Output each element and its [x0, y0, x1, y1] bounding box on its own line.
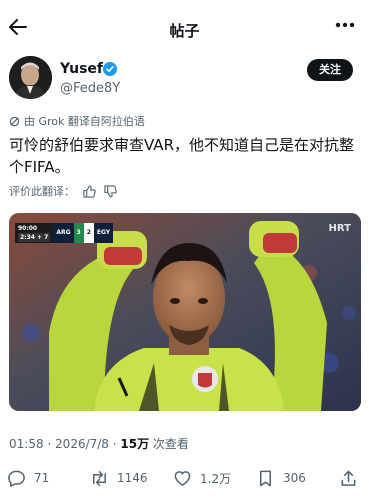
share-icon: [341, 470, 356, 486]
score-home: 3: [73, 223, 84, 243]
scorebug: 90:00 2:34 + 7 ARG 3 2 EGY: [15, 223, 114, 243]
reply-count: 71: [34, 471, 50, 485]
more-options-icon[interactable]: [335, 22, 355, 28]
share-button[interactable]: [339, 465, 366, 491]
reply-icon: [8, 470, 25, 487]
bookmark-button[interactable]: 306: [256, 465, 306, 491]
page-title: 帖子: [169, 22, 200, 40]
meta-separator: ·: [43, 437, 56, 451]
grok-icon: [9, 116, 20, 126]
post-time: 01:58: [9, 437, 44, 451]
like-count: 1.2万: [200, 471, 232, 486]
author-handle[interactable]: @Fede8Y: [60, 81, 120, 96]
top-bar: 帖子: [0, 0, 369, 52]
broadcaster-logo: HRT: [328, 223, 351, 234]
reply-button[interactable]: 71: [7, 465, 49, 491]
team-away: EGY: [93, 223, 114, 243]
added-time-extra: + 7: [37, 234, 49, 241]
view-count[interactable]: 15万: [120, 437, 149, 451]
follow-button[interactable]: 关注: [307, 59, 353, 81]
heart-icon: [174, 470, 191, 486]
action-bar: 71 1146 1.2万 306: [0, 465, 369, 491]
bookmark-count: 306: [283, 471, 306, 485]
added-time: 2:34 + 7: [18, 233, 51, 242]
post-text: 可怜的舒伯要求审查VAR，他不知道自己是在对抗整个FIFA。: [9, 136, 354, 176]
translated-label: 由 Grok 翻译自阿拉伯语: [24, 115, 145, 128]
bookmark-icon: [259, 470, 272, 486]
thumbs-up-icon[interactable]: [83, 184, 96, 198]
post-media-image[interactable]: 90:00 2:34 + 7 ARG 3 2 EGY HRT: [9, 213, 361, 411]
repost-count: 1146: [117, 471, 148, 485]
translated-by-grok[interactable]: 由 Grok 翻译自阿拉伯语: [9, 113, 145, 129]
repost-icon: [93, 470, 106, 486]
repost-button[interactable]: 1146: [90, 465, 148, 491]
author-name[interactable]: Yusef: [60, 61, 103, 77]
like-button[interactable]: 1.2万: [173, 465, 231, 491]
thumbs-down-icon[interactable]: [104, 184, 117, 198]
added-time-value: 2:34: [20, 234, 35, 241]
score-away: 2: [83, 223, 94, 243]
verified-badge-icon: [103, 62, 117, 76]
match-clock: 90:00 2:34 + 7: [15, 223, 54, 243]
rate-translation: 评价此翻译：: [9, 183, 117, 199]
meta-separator-2: ·: [108, 437, 121, 451]
post-date: 2026/7/8: [55, 437, 109, 451]
author-avatar[interactable]: [9, 56, 52, 99]
view-label: 次查看: [149, 437, 189, 451]
team-home: ARG: [53, 223, 74, 243]
rate-label: 评价此翻译：: [9, 185, 75, 198]
clock-time: 90:00: [18, 225, 38, 232]
post-meta: 01:58 · 2026/7/8 · 15万 次查看: [9, 435, 189, 452]
